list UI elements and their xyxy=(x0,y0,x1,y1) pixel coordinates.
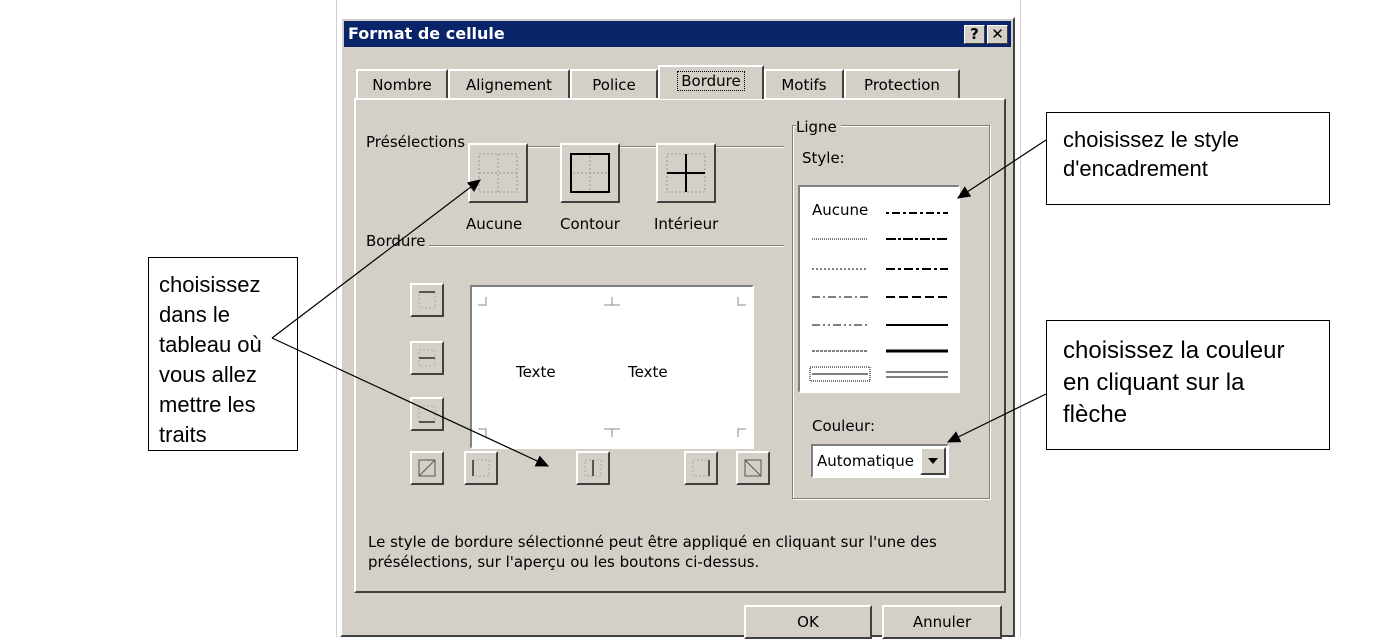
border-middle-vertical-icon xyxy=(584,459,602,477)
tab-motifs[interactable]: Motifs xyxy=(764,69,844,99)
line-style-list[interactable]: Aucune xyxy=(798,185,960,393)
border-diagonal-up-button[interactable] xyxy=(410,451,444,485)
preview-text-right: Texte xyxy=(628,363,668,381)
callout-left: choisissez dans le tableau où vous allez… xyxy=(148,257,298,451)
border-top-icon xyxy=(418,291,436,309)
border-middle-vertical-button[interactable] xyxy=(576,451,610,485)
dropdown-arrow-icon[interactable] xyxy=(920,447,946,475)
border-group-label: Bordure xyxy=(366,232,430,250)
color-select-value: Automatique xyxy=(817,452,914,470)
preview-corner-marks xyxy=(478,297,746,437)
line-style-samples[interactable] xyxy=(800,187,958,391)
close-button[interactable]: ✕ xyxy=(987,25,1008,44)
border-inside-icon xyxy=(666,153,706,193)
triangle-down-icon xyxy=(928,458,938,464)
preset-none-text: Aucune xyxy=(466,215,523,233)
tab-nombre[interactable]: Nombre xyxy=(356,69,448,99)
line-group-label: Ligne xyxy=(796,118,841,136)
border-middle-horizontal-button[interactable] xyxy=(410,341,444,375)
title-bar: Format de cellule ? ✕ xyxy=(344,21,1011,47)
border-middle-horizontal-icon xyxy=(418,349,436,367)
callout-top-right: choisissez le style d'encadrement xyxy=(1046,112,1330,205)
dialog-title: Format de cellule xyxy=(348,24,505,43)
border-none-icon xyxy=(478,153,518,193)
border-preview[interactable]: Texte Texte xyxy=(470,285,754,449)
border-bottom-button[interactable] xyxy=(410,397,444,431)
color-label: Couleur: xyxy=(812,417,880,435)
border-diagonal-down-icon xyxy=(744,459,762,477)
tab-protection[interactable]: Protection xyxy=(844,69,960,99)
presets-group-label: Présélections xyxy=(366,133,470,151)
border-right-icon xyxy=(692,459,710,477)
border-left-button[interactable] xyxy=(464,451,498,485)
description-text: Le style de bordure sélectionné peut êtr… xyxy=(368,533,937,571)
format-cell-dialog: Format de cellule ? ✕ Nombre Alignement … xyxy=(340,17,1015,639)
preset-outline-button[interactable] xyxy=(560,143,620,203)
sheet-gridline xyxy=(1020,0,1021,637)
style-label: Style: xyxy=(802,149,849,167)
color-select[interactable]: Automatique xyxy=(811,444,949,478)
cancel-button[interactable]: Annuler xyxy=(882,605,1002,639)
preview-text-left: Texte xyxy=(516,363,556,381)
border-outline-icon xyxy=(570,153,610,193)
preset-inside-text: Intérieur xyxy=(654,215,719,233)
border-top-button[interactable] xyxy=(410,283,444,317)
callout-bottom-right: choisissez la couleur en cliquant sur la… xyxy=(1046,320,1330,450)
border-diagonal-up-icon xyxy=(418,459,436,477)
border-diagonal-down-button[interactable] xyxy=(736,451,770,485)
tab-alignement[interactable]: Alignement xyxy=(448,69,570,99)
preset-inside-button[interactable] xyxy=(656,143,716,203)
help-button[interactable]: ? xyxy=(964,25,985,44)
preset-outline-text: Contour xyxy=(560,215,620,233)
tab-bordure[interactable]: Bordure xyxy=(658,65,764,99)
tab-police[interactable]: Police xyxy=(570,69,658,99)
preset-none-button[interactable] xyxy=(468,143,528,203)
ok-button[interactable]: OK xyxy=(744,605,872,639)
border-right-button[interactable] xyxy=(684,451,718,485)
border-bottom-icon xyxy=(418,405,436,423)
sheet-gridline xyxy=(336,0,337,637)
border-left-icon xyxy=(472,459,490,477)
